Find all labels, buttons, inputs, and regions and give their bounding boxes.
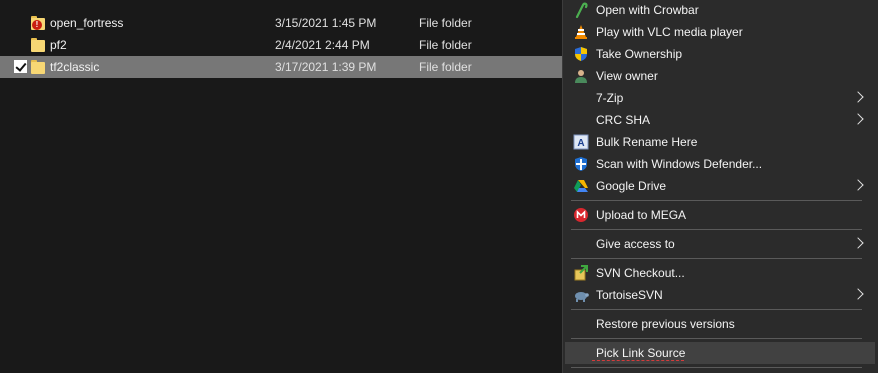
file-name: pf2 <box>50 38 67 52</box>
google-drive-icon <box>574 180 588 192</box>
svg-text:A: A <box>577 138 584 149</box>
menu-item-open-with-crowbar[interactable]: Open with Crowbar <box>565 0 875 21</box>
context-menu: Open with Crowbar Play with VLC media pl… <box>562 0 878 373</box>
file-row-tf2classic[interactable]: tf2classic 3/17/2021 1:39 PM File folder <box>0 56 562 78</box>
tortoisesvn-icon <box>575 292 589 302</box>
menu-item-tortoisesvn[interactable]: TortoiseSVN <box>565 284 875 306</box>
bulk-rename-icon: A <box>573 134 589 150</box>
folder-badge-icon: ! <box>31 16 45 30</box>
menu-item-label: Play with VLC media player <box>596 25 743 39</box>
menu-item-take-ownership[interactable]: Take Ownership <box>565 43 875 65</box>
menu-item-label: View owner <box>596 69 658 83</box>
file-type: File folder <box>419 16 472 30</box>
file-row-open-fortress[interactable]: ! open_fortress 3/15/2021 1:45 PM File f… <box>0 12 562 34</box>
menu-item-google-drive[interactable]: Google Drive <box>565 175 875 197</box>
folder-icon <box>31 60 45 74</box>
row-select-checkbox[interactable] <box>14 60 27 73</box>
menu-item-restore-previous-versions[interactable]: Restore previous versions <box>565 313 875 335</box>
menu-item-label: SVN Checkout... <box>596 266 685 280</box>
mega-icon <box>574 208 588 222</box>
menu-item-label: Scan with Windows Defender... <box>596 157 763 171</box>
chevron-right-icon <box>852 113 864 125</box>
menu-item-label: TortoiseSVN <box>596 288 663 302</box>
menu-item-bulk-rename-here[interactable]: A Bulk Rename Here <box>565 131 875 153</box>
user-icon <box>575 70 587 83</box>
file-date: 3/15/2021 1:45 PM <box>275 16 377 30</box>
chevron-right-icon <box>852 237 864 249</box>
chevron-right-icon <box>852 91 864 103</box>
file-name: open_fortress <box>50 16 124 30</box>
menu-item-label: Google Drive <box>596 179 667 193</box>
menu-item-label: Give access to <box>596 237 675 251</box>
crowbar-icon <box>575 2 588 18</box>
explorer-window: ! open_fortress 3/15/2021 1:45 PM File f… <box>0 0 878 373</box>
file-type: File folder <box>419 38 472 52</box>
menu-item-play-with-vlc[interactable]: Play with VLC media player <box>565 21 875 43</box>
menu-separator <box>571 367 862 368</box>
defender-icon <box>575 157 587 171</box>
vlc-cone-icon <box>575 25 587 39</box>
svn-checkout-icon <box>574 265 588 281</box>
menu-separator <box>571 200 862 201</box>
menu-item-upload-to-mega[interactable]: Upload to MEGA <box>565 204 875 226</box>
file-date: 2/4/2021 2:44 PM <box>275 38 370 52</box>
menu-item-crc-sha[interactable]: CRC SHA <box>565 109 875 131</box>
menu-item-label: Bulk Rename Here <box>596 135 698 149</box>
chevron-right-icon <box>852 179 864 191</box>
menu-item-label: Open with Crowbar <box>596 3 699 17</box>
file-date: 3/17/2021 1:39 PM <box>275 60 377 74</box>
menu-item-svn-checkout[interactable]: SVN Checkout... <box>565 262 875 284</box>
menu-item-label: 7-Zip <box>596 91 624 105</box>
file-row-pf2[interactable]: pf2 2/4/2021 2:44 PM File folder <box>0 34 562 56</box>
menu-separator <box>571 309 862 310</box>
menu-separator <box>571 258 862 259</box>
menu-item-label: CRC SHA <box>596 113 651 127</box>
menu-item-give-access-to[interactable]: Give access to <box>565 233 875 255</box>
menu-separator <box>571 229 862 230</box>
uac-shield-icon <box>575 47 587 61</box>
menu-item-scan-with-defender[interactable]: Scan with Windows Defender... <box>565 153 875 175</box>
folder-icon <box>31 38 45 52</box>
file-list: ! open_fortress 3/15/2021 1:45 PM File f… <box>0 12 562 78</box>
chevron-right-icon <box>852 288 864 300</box>
file-name: tf2classic <box>50 60 100 74</box>
menu-item-label: Upload to MEGA <box>596 208 687 222</box>
menu-separator <box>571 338 862 339</box>
spellcheck-underline <box>592 360 684 361</box>
menu-item-pick-link-source[interactable]: Pick Link Source <box>565 342 875 364</box>
menu-item-label: Pick Link Source <box>596 346 686 360</box>
menu-item-view-owner[interactable]: View owner <box>565 65 875 87</box>
file-type: File folder <box>419 60 472 74</box>
menu-item-label: Take Ownership <box>596 47 683 61</box>
menu-item-label: Restore previous versions <box>596 317 735 331</box>
menu-item-7-zip[interactable]: 7-Zip <box>565 87 875 109</box>
